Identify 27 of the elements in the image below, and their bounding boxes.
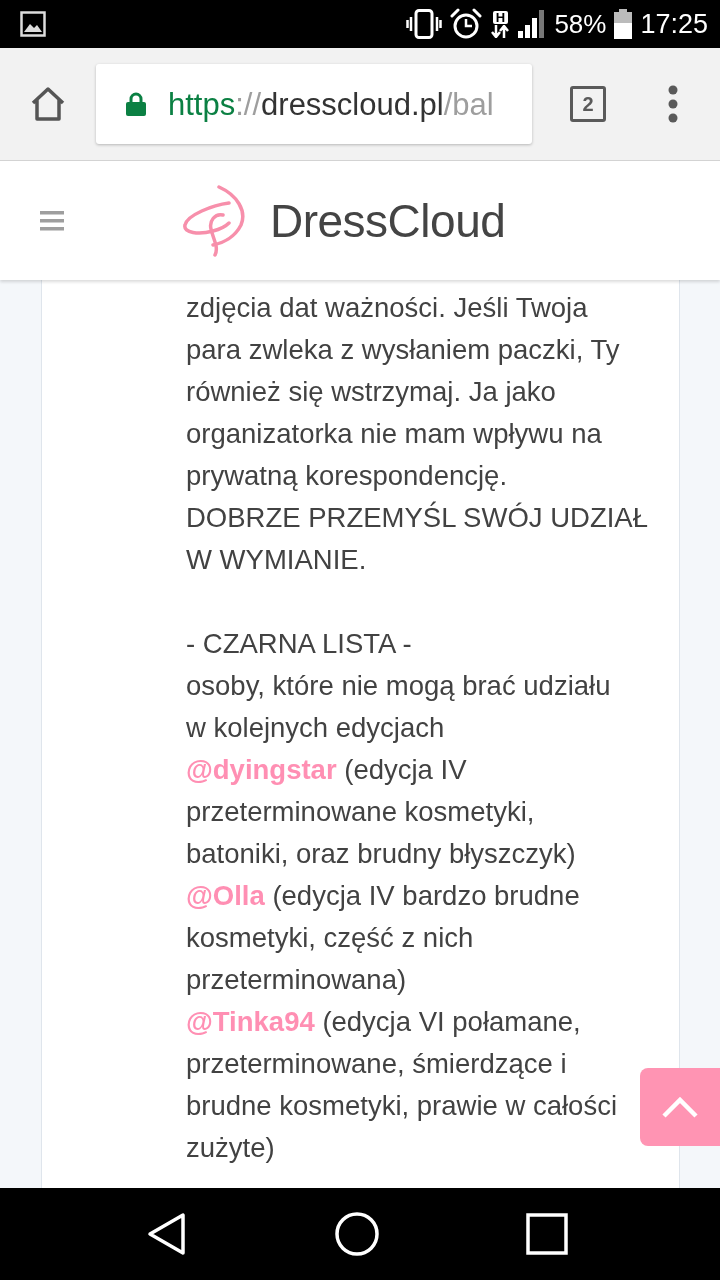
clock-time: 17:25 (640, 10, 708, 38)
post-text: DOBRZE PRZEMYŚL SWÓJ UDZIAŁ W WYMIANIE. (186, 500, 649, 577)
alarm-icon (450, 8, 483, 40)
post-text: zdjęcia dat ważności. Jeśli Twoja para zwleka z wysłaniem paczki, Ty również się wstrzymaj. Ja jako organizatorka nie mam wpływu na prywatną korespondencję. (186, 291, 621, 493)
network-type-label: H (492, 10, 509, 24)
back-icon[interactable] (146, 1212, 186, 1256)
chevron-up-icon (662, 1096, 698, 1118)
signal-icon (518, 10, 547, 38)
vibrate-icon (406, 9, 443, 39)
section-heading: - CZARNA LISTA - (186, 627, 413, 661)
battery-percentage: 58% (554, 11, 607, 37)
home-icon[interactable] (30, 86, 66, 122)
lock-icon (126, 92, 146, 116)
image-notification-icon (20, 11, 46, 37)
tab-switcher-button[interactable]: 2 (570, 86, 606, 122)
overflow-menu-icon[interactable] (668, 85, 678, 123)
menu-icon[interactable] (40, 210, 64, 231)
url-text: https://dresscloud.pl/bal (168, 88, 494, 120)
blacklist-entry: @Olla (edycja IV bardzo brudne kosmetyki, część z nich przeterminowana) (186, 879, 581, 997)
brand-name[interactable]: DressCloud (270, 197, 506, 244)
address-bar[interactable]: https://dresscloud.pl/bal (96, 64, 532, 144)
battery-icon (614, 9, 633, 39)
recents-square-icon[interactable] (526, 1213, 568, 1255)
data-arrows-icon (490, 24, 511, 38)
post-text: osoby, które nie mogą brać udziału w kolejnych edycjach (186, 669, 612, 745)
blacklist-entry: @dyingstar (edycja IV przeterminowane kosmetyki, batoniki, oraz brudny błyszczyk) (186, 753, 577, 871)
home-circle-icon[interactable] (335, 1212, 379, 1256)
